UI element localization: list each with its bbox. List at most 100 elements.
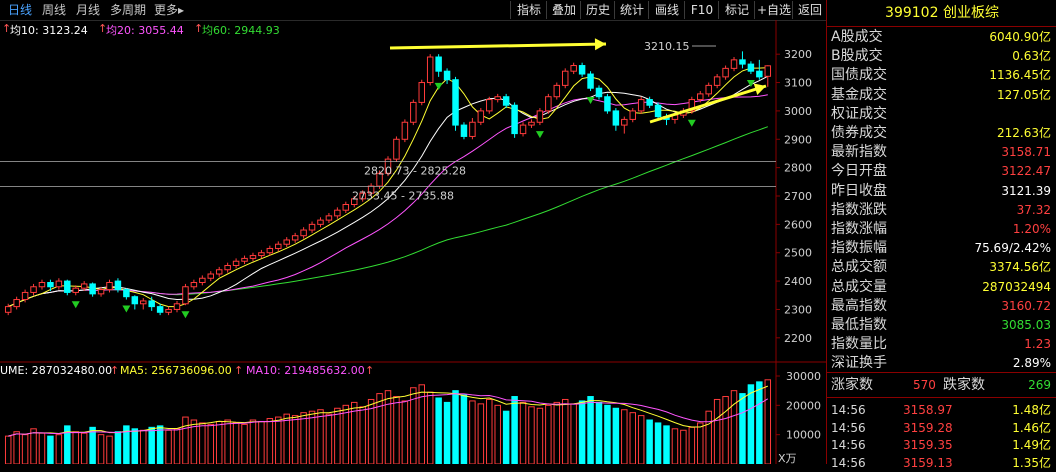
volume-bar — [300, 412, 307, 464]
volume-bar — [4, 435, 12, 464]
volume-bar — [621, 409, 628, 464]
volume-bar — [47, 435, 54, 464]
volume-bar — [646, 419, 653, 464]
stat-label: B股成交 — [831, 48, 883, 65]
volume-bar — [469, 400, 476, 464]
volume-bar — [384, 390, 392, 464]
candle-body — [97, 289, 105, 295]
volume-bar — [722, 396, 729, 464]
candle-body — [215, 269, 223, 275]
candle-body — [764, 65, 772, 77]
price-axis-label: 2300 — [784, 303, 812, 316]
volume-bar — [165, 429, 172, 464]
stat-row: B股成交 0.63亿 — [827, 47, 1053, 66]
advancers-label: 涨家数 — [831, 377, 873, 393]
tick-amount: 1.46亿 — [1012, 420, 1051, 435]
candle-body — [317, 219, 324, 225]
volume-bar — [604, 404, 611, 464]
stat-row: 权证成交 — [827, 105, 1053, 124]
panel-divider — [827, 397, 1056, 398]
candle-body — [511, 104, 518, 135]
volume-bar — [38, 432, 46, 464]
volume-bar — [452, 390, 459, 464]
stat-value: 1.23 — [1024, 337, 1051, 352]
volume-axis-label: 10000 — [786, 429, 821, 442]
candle-body — [13, 299, 20, 308]
volume-bar — [435, 397, 442, 464]
stat-label: 指数量比 — [831, 336, 887, 353]
volume-label: UME: 287032480.00 — [0, 364, 113, 377]
volume-bar — [308, 410, 316, 464]
kline-chart[interactable]: 3200 3100 3000 2900 2800 2700 2600 2500 2400 2300… — [0, 0, 826, 464]
candle-body — [89, 283, 96, 295]
volume-bar — [705, 410, 712, 464]
trend-arrow-top-head — [594, 38, 606, 51]
stat-label: 深证换手 — [831, 355, 887, 372]
decliners-count: 269 — [1028, 378, 1051, 392]
candle-body — [47, 282, 54, 288]
candle-body — [291, 235, 299, 241]
stat-row: 最新指数 3158.71 — [827, 143, 1053, 162]
stat-value: 212.63亿 — [997, 126, 1051, 140]
volume-bar — [199, 422, 206, 464]
volume-bar — [232, 422, 240, 464]
price-axis-label: 2800 — [784, 162, 812, 175]
stat-row: A股成交 6040.90亿 — [827, 28, 1053, 47]
candle-body — [334, 209, 341, 217]
volume-bar — [13, 431, 20, 464]
volume-bar — [182, 416, 189, 464]
stat-value: 2.89% — [1012, 356, 1051, 371]
volume-bar — [325, 413, 333, 464]
vol-ma10-label: MA10: 219485632.00 — [246, 364, 365, 377]
sell-signal-icon — [535, 131, 544, 139]
stat-label: 最高指数 — [831, 297, 887, 314]
candle-body — [140, 300, 147, 305]
candle-body — [486, 99, 493, 112]
price-axis-label: 2700 — [784, 190, 812, 203]
volume-bar — [342, 404, 350, 464]
candle-body — [469, 121, 476, 137]
volume-bar — [713, 398, 721, 464]
stat-value: 3158.71 — [1001, 145, 1051, 160]
price-axis-label: 2200 — [784, 332, 812, 345]
stat-row: 指数涨跌 37.32 — [827, 201, 1053, 220]
price-axis-label: 3000 — [784, 105, 812, 118]
volume-bar — [764, 379, 772, 464]
price-axis-label: 2900 — [784, 133, 812, 146]
volume-bar — [249, 419, 257, 464]
candle-body — [55, 280, 63, 288]
candle-body — [697, 93, 704, 101]
candle-body — [190, 282, 198, 288]
tick-row: 14:56 3159.28 1.46亿 — [827, 420, 1053, 437]
volume-bar — [519, 401, 527, 464]
candle-body — [114, 280, 122, 291]
volume-bar — [460, 394, 468, 464]
volume-bar — [393, 396, 400, 464]
tick-row: 14:56 3159.13 1.35亿 — [827, 455, 1053, 472]
volume-bar — [443, 401, 451, 464]
stat-value: 6040.90亿 — [989, 30, 1051, 44]
volume-bar — [730, 390, 738, 464]
volume-bar — [21, 434, 29, 464]
volume-bar — [266, 418, 274, 464]
volume-bar — [697, 422, 704, 464]
volume-bar — [553, 401, 561, 464]
panel-divider — [827, 372, 1056, 373]
sell-signal-icon — [71, 301, 80, 309]
volume-bar — [426, 391, 434, 464]
stat-value: 287032494 — [982, 279, 1051, 294]
tick-price: 3159.28 — [903, 420, 953, 435]
stat-row: 最高指数 3160.72 — [827, 297, 1053, 316]
candle-body — [426, 56, 434, 84]
advancers-count: 570 — [913, 378, 936, 392]
stat-label: 总成交额 — [831, 259, 887, 276]
sell-signal-icon — [122, 305, 131, 313]
candle-body — [308, 223, 316, 231]
volume-bar — [663, 425, 670, 464]
stat-value: 3374.56亿 — [989, 260, 1051, 275]
candle-body — [72, 287, 79, 293]
volume-bar — [89, 426, 96, 464]
candle-body — [621, 118, 628, 126]
candle-body — [460, 124, 468, 137]
stat-row: 指数振幅 75.69/2.42% — [827, 239, 1053, 258]
